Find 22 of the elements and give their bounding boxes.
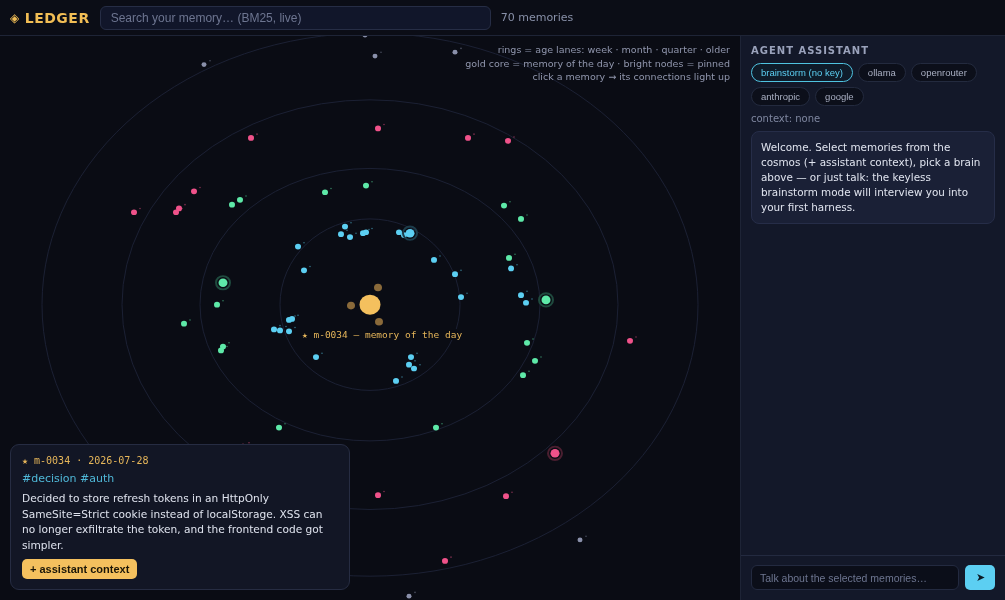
logo-icon: ◈ <box>10 10 20 25</box>
provider-tab[interactable]: google <box>815 87 864 106</box>
memory-count: 70 memories <box>500 11 574 24</box>
provider-tab[interactable]: ollama <box>857 63 906 82</box>
memory-tags: #decision #auth <box>22 472 115 485</box>
legend-text: gold core = memory of the day · bright nodes = pinned <box>465 57 730 70</box>
context-status: context: none <box>751 113 822 124</box>
core-label: ★ m-0034 — memory of the day <box>300 329 465 340</box>
legend-text: click a memory → its connections light up <box>532 71 730 84</box>
memory-meta: ★ m-0034 · 2026-07-28 <box>22 455 149 466</box>
add-context-button[interactable]: + assistant context <box>22 559 138 579</box>
legend-text: rings = age lanes: week · month · quarter · older <box>497 44 730 57</box>
app-title: LEDGER <box>24 9 90 26</box>
provider-tab[interactable]: openrouter <box>910 63 977 82</box>
send-button[interactable]: ➤ <box>965 565 995 590</box>
memory-text: Decided to store refresh tokens in an HttpOnly SameSite=Strict cookie instead of localStorage. XSS can no longer exfiltrate the token, and the frontend code got simpler. <box>22 491 324 553</box>
chat-input[interactable]: Talk about the selected memories… <box>751 565 959 590</box>
chat-message: Welcome. Select memories from the cosmos (+ assistant context), pick a brain above — or just talk: the keyless brainstorm mode will interview you into your first harness. <box>751 131 995 224</box>
provider-tab[interactable]: anthropic <box>751 87 811 106</box>
provider-tab[interactable]: brainstorm (no key) <box>751 63 853 82</box>
panel-title: AGENT ASSISTANT <box>751 45 871 56</box>
search-field[interactable]: Search your memory… (BM25, live) <box>99 5 491 30</box>
